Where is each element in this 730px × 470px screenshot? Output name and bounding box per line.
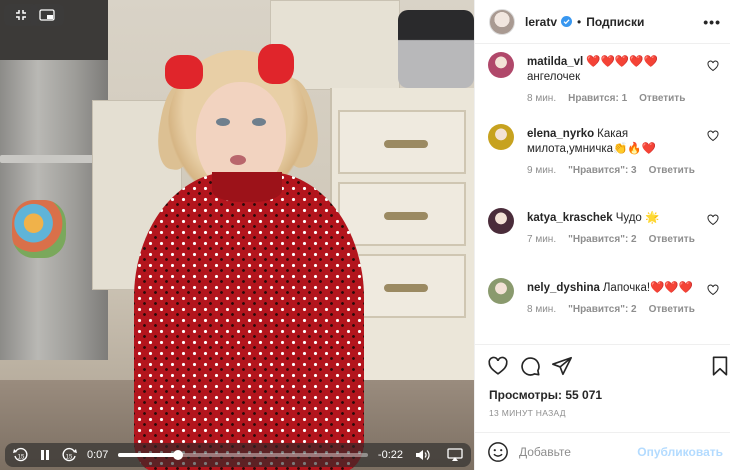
share-icon[interactable]	[551, 355, 573, 377]
commenter-avatar[interactable]	[488, 124, 514, 150]
comment-body: elena_nyrko Какая милота,умничка👏🔥❤️	[527, 127, 707, 157]
like-icon[interactable]	[487, 355, 509, 377]
commenter-avatar[interactable]	[488, 52, 514, 78]
heart-icon[interactable]	[707, 284, 719, 296]
forward-15-icon: 15	[62, 447, 77, 462]
speaker-icon	[416, 450, 430, 460]
comment-likes[interactable]: "Нравится": 2	[568, 304, 637, 315]
comment-item: katya_kraschek Чудо 🌟 7 мин. "Нравится": 2…	[475, 208, 730, 278]
comment-text: Чудо 🌟	[615, 212, 660, 224]
commenter-avatar[interactable]	[488, 278, 514, 304]
comment-meta: 7 мин. "Нравится": 2 Ответить	[527, 234, 707, 245]
comment-input[interactable]: Добавьте	[519, 445, 571, 459]
comment-reply-button[interactable]: Ответить	[649, 234, 695, 245]
comment-item: elena_nyrko Какая милота,умничка👏🔥❤️ 9 ми…	[475, 124, 730, 194]
hair-bow-right	[258, 44, 294, 84]
video-frame	[0, 0, 474, 470]
post-side-panel: leratv • Подписки ••• matilda_vl ❤️❤️❤️❤️…	[474, 0, 730, 470]
comment-reply-button[interactable]: Ответить	[639, 93, 685, 104]
video-player[interactable]: 15 15 0:07 -0:22	[0, 0, 474, 470]
comment-time: 9 мин.	[527, 165, 557, 176]
remaining-time: -0:22	[377, 449, 403, 461]
heart-icon[interactable]	[707, 214, 719, 226]
seek-handle[interactable]	[173, 450, 184, 460]
fridge-magnet	[12, 200, 66, 258]
author-avatar[interactable]	[489, 8, 515, 35]
forward-label: 15	[66, 455, 73, 461]
seek-progress	[118, 453, 179, 457]
verified-badge-icon	[561, 16, 573, 27]
comment-composer: Добавьте Опубликовать	[475, 432, 730, 470]
heart-icon[interactable]	[707, 60, 719, 72]
comment-body: matilda_vl ❤️❤️❤️❤️❤️ ангелочек	[527, 55, 707, 85]
airplay-button[interactable]	[445, 445, 465, 465]
comment-meta: 9 мин. "Нравится": 3 Ответить	[527, 165, 707, 176]
bookmark-icon[interactable]	[709, 355, 730, 377]
video-controls: 15 15 0:07 -0:22	[5, 443, 471, 467]
eye-left	[216, 118, 230, 126]
rewind-15-icon: 15	[13, 447, 28, 462]
multicooker	[398, 10, 474, 88]
post-actions	[475, 344, 730, 386]
publish-button[interactable]: Опубликовать	[637, 445, 723, 459]
comment-username[interactable]: elena_nyrko	[527, 128, 594, 140]
author-username[interactable]: leratv	[525, 15, 557, 29]
view-count[interactable]: Просмотры: 55 071	[489, 388, 602, 402]
post-header: leratv • Подписки •••	[475, 0, 730, 44]
post-timestamp[interactable]: 13 МИНУТ НАЗАД	[489, 408, 566, 418]
comment-meta: 8 мин. Нравится: 1 Ответить	[527, 93, 697, 104]
comment-icon[interactable]	[519, 355, 541, 377]
seek-bar[interactable]	[118, 450, 368, 460]
drawer	[338, 182, 466, 246]
comment-text: Лапочка!❤️❤️❤️	[602, 282, 694, 294]
collapse-icon	[16, 10, 26, 20]
comment-body: nely_dyshina Лапочка!❤️❤️❤️	[527, 281, 707, 296]
comment-body: katya_kraschek Чудо 🌟	[527, 211, 707, 226]
comment-item: matilda_vl ❤️❤️❤️❤️❤️ ангелочек 8 мин. Нра…	[475, 52, 730, 122]
comment-meta: 8 мин. "Нравится": 2 Ответить	[527, 304, 707, 315]
drawer	[338, 110, 466, 174]
comment-list[interactable]: matilda_vl ❤️❤️❤️❤️❤️ ангелочек 8 мин. Нра…	[475, 44, 730, 344]
commenter-avatar[interactable]	[488, 208, 514, 234]
comment-username[interactable]: nely_dyshina	[527, 282, 600, 294]
drawer-handle	[384, 284, 428, 292]
comment-time: 8 мин.	[527, 304, 557, 315]
drawer-handle	[384, 212, 428, 220]
airplay-icon	[447, 448, 463, 461]
dress	[134, 172, 364, 470]
comment-likes[interactable]: "Нравится": 3	[568, 165, 637, 176]
heart-icon[interactable]	[707, 130, 719, 142]
pause-button[interactable]	[35, 445, 55, 465]
mouth	[230, 155, 246, 165]
current-time: 0:07	[87, 449, 109, 461]
rewind-button[interactable]: 15	[11, 445, 31, 465]
volume-button[interactable]	[413, 445, 433, 465]
emoji-icon[interactable]	[487, 441, 509, 463]
pause-icon	[41, 450, 49, 460]
hair-bow-left	[165, 55, 203, 89]
picture-in-picture-button[interactable]	[30, 4, 64, 26]
collar	[212, 172, 282, 202]
more-options-button[interactable]: •••	[703, 14, 721, 30]
forward-button[interactable]: 15	[59, 445, 79, 465]
comment-reply-button[interactable]: Ответить	[649, 304, 695, 315]
comment-username[interactable]: katya_kraschek	[527, 212, 613, 224]
rewind-label: 15	[18, 455, 25, 461]
header-separator: •	[577, 14, 582, 29]
comment-username[interactable]: matilda_vl	[527, 56, 583, 68]
drawer-handle	[384, 140, 428, 148]
comment-time: 8 мин.	[527, 93, 557, 104]
fridge-handle	[0, 155, 95, 163]
comment-likes[interactable]: Нравится: 1	[568, 93, 627, 104]
eye-right	[252, 118, 266, 126]
comment-likes[interactable]: "Нравится": 2	[568, 234, 637, 245]
pip-icon	[39, 9, 55, 21]
comment-time: 7 мин.	[527, 234, 557, 245]
comment-item: nely_dyshina Лапочка!❤️❤️❤️ 8 мин. "Нравит…	[475, 278, 730, 344]
comment-reply-button[interactable]: Ответить	[649, 165, 695, 176]
following-button[interactable]: Подписки	[586, 15, 644, 29]
